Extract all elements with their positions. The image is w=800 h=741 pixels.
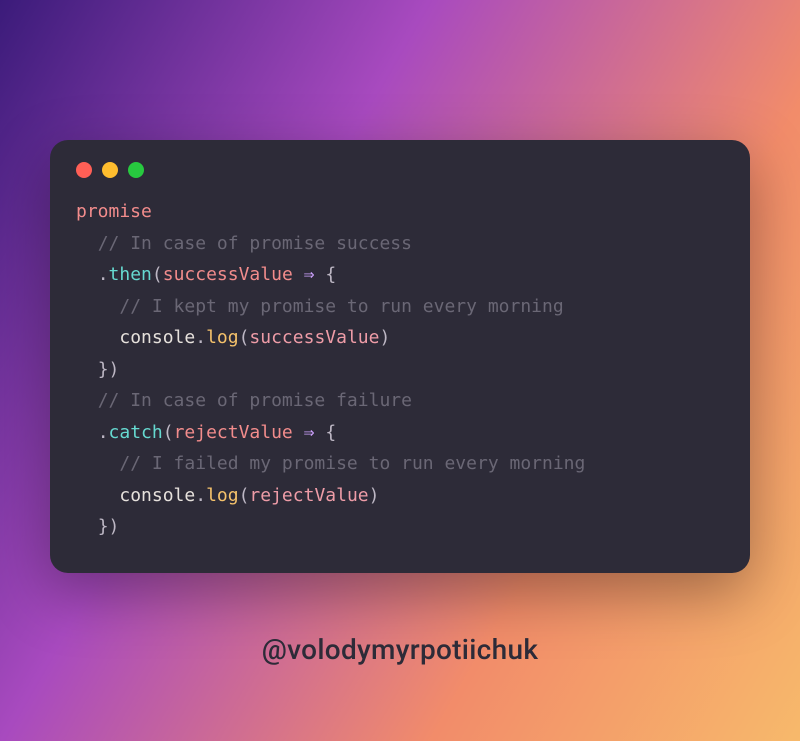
code-block: promise // In case of promise success .t…: [76, 196, 724, 543]
author-handle: @volodymyrpotiichuk: [262, 633, 538, 666]
code-token: console: [119, 327, 195, 348]
code-token: .: [98, 264, 109, 285]
code-comment: // In case of promise failure: [98, 390, 412, 411]
code-token: (: [163, 422, 174, 443]
minimize-icon: [102, 162, 118, 178]
code-token: ): [379, 327, 390, 348]
code-token: .: [195, 485, 206, 506]
arrow-icon: ⇒: [304, 422, 315, 443]
code-token: }): [98, 359, 120, 380]
code-token: {: [325, 422, 336, 443]
code-token: .: [98, 422, 109, 443]
code-token: (: [239, 327, 250, 348]
code-token: (: [239, 485, 250, 506]
code-comment: // In case of promise success: [98, 233, 412, 254]
code-token: console: [119, 485, 195, 506]
code-window: promise // In case of promise success .t…: [50, 140, 750, 573]
arrow-icon: ⇒: [304, 264, 315, 285]
code-token: rejectValue: [174, 422, 293, 443]
traffic-lights: [76, 162, 724, 178]
code-token: log: [206, 485, 239, 506]
code-token: (: [152, 264, 163, 285]
code-token: promise: [76, 201, 152, 222]
code-token: log: [206, 327, 239, 348]
code-token: successValue: [163, 264, 293, 285]
code-token: ): [369, 485, 380, 506]
code-token: catch: [109, 422, 163, 443]
code-token: successValue: [249, 327, 379, 348]
code-comment: // I kept my promise to run every mornin…: [119, 296, 563, 317]
maximize-icon: [128, 162, 144, 178]
code-token: {: [325, 264, 336, 285]
close-icon: [76, 162, 92, 178]
code-token: .: [195, 327, 206, 348]
code-comment: // I failed my promise to run every morn…: [119, 453, 585, 474]
code-token: then: [109, 264, 152, 285]
code-token: }): [98, 516, 120, 537]
code-token: rejectValue: [249, 485, 368, 506]
